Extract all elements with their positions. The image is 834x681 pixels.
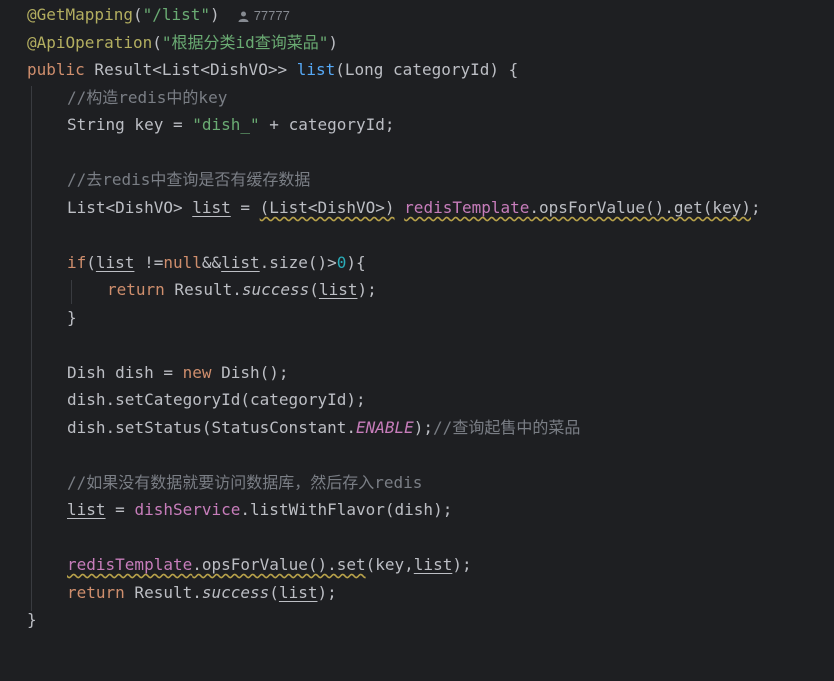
key-prefix-string: "dish_" xyxy=(192,115,260,134)
null-keyword: null xyxy=(163,253,202,272)
code-line-4[interactable]: //构造redis中的key xyxy=(67,86,227,110)
return-keyword: return xyxy=(107,280,165,299)
return-keyword: return xyxy=(67,583,125,602)
closing-brace: } xyxy=(67,308,77,327)
comment: //去redis中查询是否有缓存数据 xyxy=(67,170,311,189)
method-name-list: list xyxy=(296,60,336,79)
list-variable: list xyxy=(192,198,231,217)
code-line-5[interactable]: String key = "dish_" + categoryId; xyxy=(67,113,395,137)
list-variable: list xyxy=(413,555,453,574)
list-variable: list xyxy=(95,253,135,272)
code-line-9[interactable]: return Result.success(list); xyxy=(107,278,377,302)
code-line-16[interactable]: redisTemplate.opsForValue().set(key,list… xyxy=(67,553,472,577)
code-line-7[interactable]: List<DishVO> list = (List<DishVO>) redis… xyxy=(67,196,761,220)
enable-constant: ENABLE xyxy=(355,418,414,437)
success-method: success xyxy=(241,280,310,299)
code-line-8[interactable]: if(list !=null&&list.size()>0){ xyxy=(67,251,366,275)
indent-guide-inner xyxy=(71,280,72,304)
success-method: success xyxy=(201,583,270,602)
author-usage-hint[interactable]: 77777 xyxy=(238,8,290,23)
if-keyword: if xyxy=(67,253,87,272)
code-line-15[interactable]: list = dishService.listWithFlavor(dish); xyxy=(67,498,452,522)
code-line-14[interactable]: //如果没有数据就要访问数据库，然后存入redis xyxy=(67,471,422,495)
zero-literal: 0 xyxy=(336,253,347,272)
code-line-2[interactable]: @ApiOperation("根据分类id查询菜品") xyxy=(27,31,338,55)
redis-template-field[interactable]: redisTemplate xyxy=(404,198,529,217)
list-variable: list xyxy=(318,280,358,299)
api-operation-annotation: @ApiOperation xyxy=(27,33,153,52)
redis-template-field[interactable]: redisTemplate xyxy=(67,555,192,574)
author-name: 77777 xyxy=(253,8,290,23)
dish-service-field: dishService xyxy=(134,500,241,519)
comment: //查询起售中的菜品 xyxy=(433,418,581,437)
code-line-10[interactable]: } xyxy=(67,306,77,330)
indent-guide xyxy=(31,86,32,611)
api-operation-string: "根据分类id查询菜品" xyxy=(161,33,329,52)
list-variable: list xyxy=(67,500,106,519)
get-mapping-annotation: @GetMapping xyxy=(27,5,133,24)
user-icon xyxy=(238,11,249,23)
code-line-12[interactable]: dish.setCategoryId(categoryId); xyxy=(67,388,366,412)
code-line-17[interactable]: return Result.success(list); xyxy=(67,581,337,605)
unchecked-cast-warning[interactable]: (List<DishVO>) xyxy=(260,198,395,217)
code-line-6[interactable]: //去redis中查询是否有缓存数据 xyxy=(67,168,310,192)
list-variable: list xyxy=(221,253,260,272)
public-keyword: public xyxy=(27,60,85,79)
new-keyword: new xyxy=(182,363,212,382)
code-line-3[interactable]: public Result<List<DishVO>> list(Long ca… xyxy=(27,58,518,82)
comment: //构造redis中的key xyxy=(67,88,228,107)
mapping-path-string: "/list" xyxy=(142,5,211,24)
code-line-1[interactable]: @GetMapping("/list") 77777 xyxy=(27,3,290,27)
code-editor[interactable]: @GetMapping("/list") 77777 @ApiOperation(… xyxy=(0,0,834,681)
list-variable: list xyxy=(278,583,318,602)
code-line-13[interactable]: dish.setStatus(StatusConstant.ENABLE);//… xyxy=(67,416,580,440)
closing-brace: } xyxy=(27,610,37,629)
code-line-11[interactable]: Dish dish = new Dish(); xyxy=(67,361,289,385)
code-line-18[interactable]: } xyxy=(27,608,37,632)
comment: //如果没有数据就要访问数据库，然后存入redis xyxy=(67,473,423,492)
